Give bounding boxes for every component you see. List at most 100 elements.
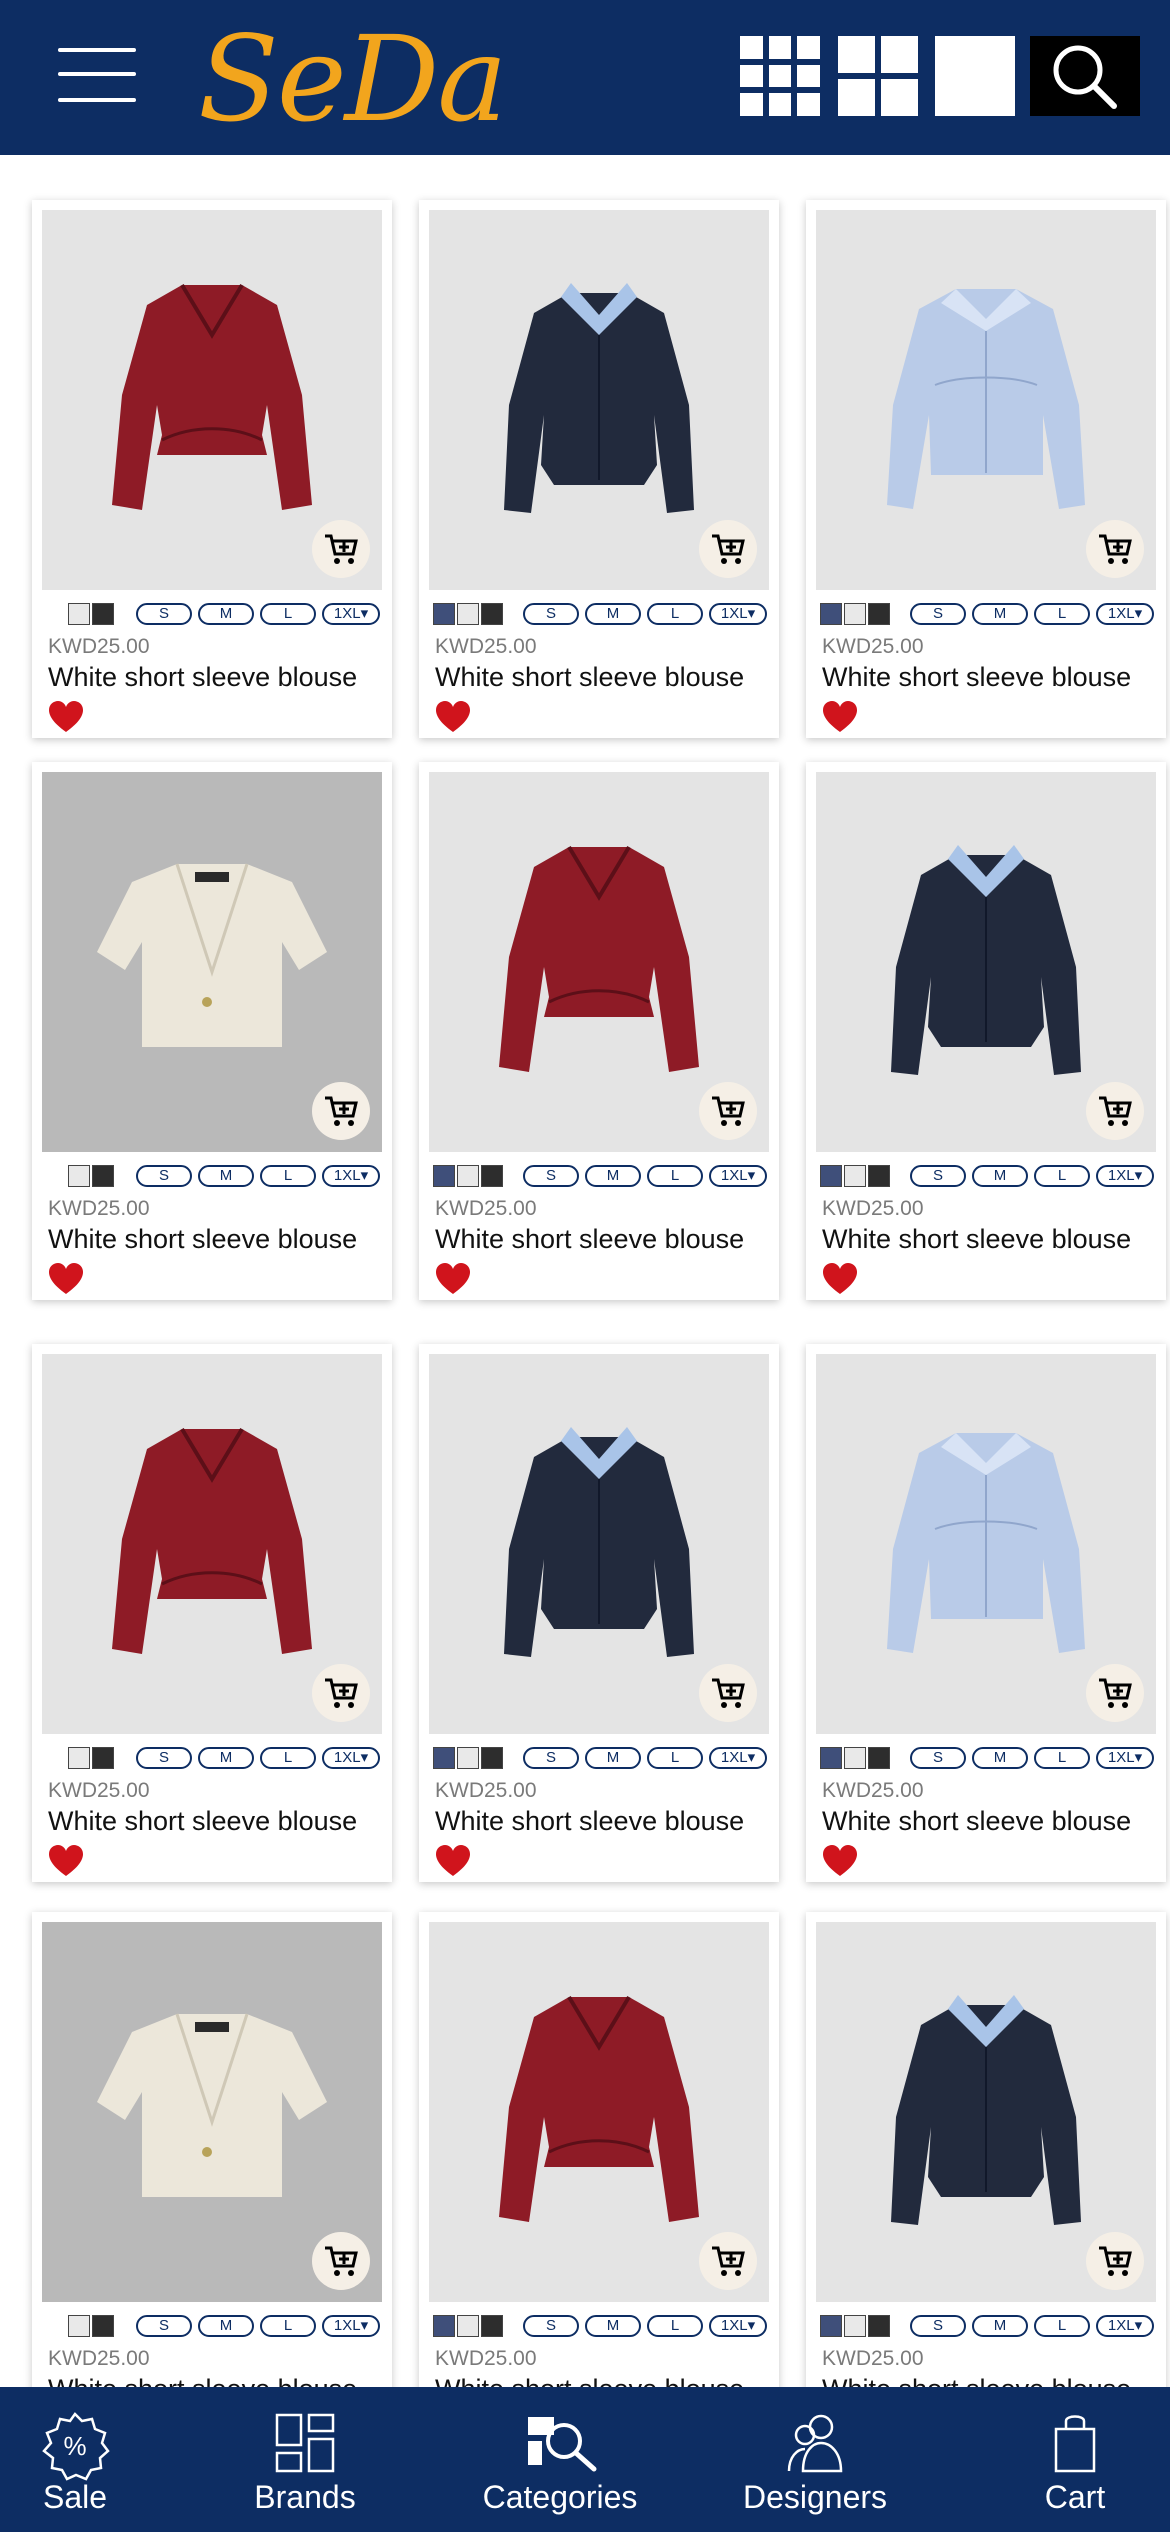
size-option[interactable]: L [260, 1747, 316, 1769]
color-swatch[interactable] [820, 603, 842, 625]
size-dropdown[interactable]: 1XL▾ [1096, 1747, 1154, 1769]
product-image[interactable] [42, 1922, 382, 2302]
size-dropdown[interactable]: 1XL▾ [709, 603, 767, 625]
product-image[interactable] [429, 1922, 769, 2302]
favorite-button[interactable] [435, 700, 471, 734]
size-option[interactable]: M [198, 1165, 254, 1187]
product-card[interactable]: SML1XL▾KWD25.00White short sleeve blouse [419, 1344, 779, 1882]
product-name[interactable]: White short sleeve blouse [435, 1806, 744, 1837]
product-card[interactable]: SML1XL▾KWD25.00White short sleeve blouse [419, 200, 779, 738]
add-to-cart-button[interactable] [1086, 1082, 1144, 1140]
product-card[interactable]: SML1XL▾KWD25.00White short sleeve blouse [419, 762, 779, 1300]
size-option[interactable]: S [910, 1747, 966, 1769]
grid-1-view-button[interactable] [935, 36, 1015, 116]
size-option[interactable]: S [523, 1165, 579, 1187]
color-swatch[interactable] [457, 2315, 479, 2337]
color-swatch[interactable] [92, 2315, 114, 2337]
add-to-cart-button[interactable] [1086, 1664, 1144, 1722]
size-dropdown[interactable]: 1XL▾ [322, 603, 380, 625]
size-dropdown[interactable]: 1XL▾ [1096, 1165, 1154, 1187]
product-name[interactable]: White short sleeve blouse [48, 1224, 357, 1255]
product-card[interactable]: SML1XL▾KWD25.00White short sleeve blouse [419, 1912, 779, 2450]
color-swatch[interactable] [457, 1165, 479, 1187]
add-to-cart-button[interactable] [312, 2232, 370, 2290]
size-dropdown[interactable]: 1XL▾ [322, 2315, 380, 2337]
size-option[interactable]: L [647, 603, 703, 625]
color-swatch[interactable] [92, 1747, 114, 1769]
size-option[interactable]: M [585, 2315, 641, 2337]
product-image[interactable] [816, 1922, 1156, 2302]
size-option[interactable]: M [585, 1165, 641, 1187]
size-option[interactable]: S [910, 1165, 966, 1187]
size-dropdown[interactable]: 1XL▾ [709, 1747, 767, 1769]
size-dropdown[interactable]: 1XL▾ [1096, 603, 1154, 625]
color-swatch[interactable] [820, 1747, 842, 1769]
size-option[interactable]: L [647, 1747, 703, 1769]
nav-cart[interactable]: Cart [1000, 2387, 1150, 2532]
size-option[interactable]: M [198, 603, 254, 625]
color-swatch[interactable] [844, 1747, 866, 1769]
product-name[interactable]: White short sleeve blouse [435, 662, 744, 693]
size-option[interactable]: L [647, 1165, 703, 1187]
color-swatch[interactable] [433, 1747, 455, 1769]
product-name[interactable]: White short sleeve blouse [822, 1806, 1131, 1837]
color-swatch[interactable] [92, 603, 114, 625]
size-option[interactable]: M [972, 1747, 1028, 1769]
product-card[interactable]: SML1XL▾KWD25.00White short sleeve blouse [32, 200, 392, 738]
product-card[interactable]: SML1XL▾KWD25.00White short sleeve blouse [32, 762, 392, 1300]
color-swatch[interactable] [433, 1165, 455, 1187]
size-option[interactable]: M [198, 2315, 254, 2337]
product-image[interactable] [816, 210, 1156, 590]
color-swatch[interactable] [820, 1165, 842, 1187]
nav-designers[interactable]: Designers [730, 2387, 900, 2532]
size-dropdown[interactable]: 1XL▾ [322, 1747, 380, 1769]
size-option[interactable]: S [910, 2315, 966, 2337]
add-to-cart-button[interactable] [1086, 2232, 1144, 2290]
product-card[interactable]: SML1XL▾KWD25.00White short sleeve blouse [32, 1912, 392, 2450]
color-swatch[interactable] [457, 603, 479, 625]
add-to-cart-button[interactable] [312, 1664, 370, 1722]
size-option[interactable]: S [910, 603, 966, 625]
color-swatch[interactable] [868, 1747, 890, 1769]
favorite-button[interactable] [435, 1844, 471, 1878]
color-swatch[interactable] [68, 603, 90, 625]
size-option[interactable]: M [972, 603, 1028, 625]
product-image[interactable] [816, 1354, 1156, 1734]
size-option[interactable]: S [523, 1747, 579, 1769]
size-option[interactable]: M [972, 1165, 1028, 1187]
product-image[interactable] [42, 772, 382, 1152]
size-option[interactable]: M [972, 2315, 1028, 2337]
add-to-cart-button[interactable] [699, 520, 757, 578]
favorite-button[interactable] [435, 1262, 471, 1296]
color-swatch[interactable] [868, 1165, 890, 1187]
product-name[interactable]: White short sleeve blouse [822, 1224, 1131, 1255]
size-dropdown[interactable]: 1XL▾ [709, 2315, 767, 2337]
color-swatch[interactable] [844, 1165, 866, 1187]
size-dropdown[interactable]: 1XL▾ [709, 1165, 767, 1187]
size-option[interactable]: S [136, 1165, 192, 1187]
nav-categories[interactable]: Categories [470, 2387, 650, 2532]
product-name[interactable]: White short sleeve blouse [822, 662, 1131, 693]
favorite-button[interactable] [822, 1262, 858, 1296]
size-option[interactable]: S [523, 603, 579, 625]
color-swatch[interactable] [868, 2315, 890, 2337]
color-swatch[interactable] [433, 2315, 455, 2337]
product-card[interactable]: SML1XL▾KWD25.00White short sleeve blouse [806, 200, 1166, 738]
search-button[interactable] [1030, 36, 1140, 116]
brand-logo[interactable]: SeDa [198, 14, 508, 144]
nav-brands[interactable]: Brands [230, 2387, 380, 2532]
size-option[interactable]: L [1034, 1165, 1090, 1187]
size-option[interactable]: M [585, 603, 641, 625]
size-option[interactable]: L [260, 603, 316, 625]
add-to-cart-button[interactable] [312, 520, 370, 578]
product-card[interactable]: SML1XL▾KWD25.00White short sleeve blouse [806, 1344, 1166, 1882]
add-to-cart-button[interactable] [699, 2232, 757, 2290]
product-name[interactable]: White short sleeve blouse [48, 1806, 357, 1837]
add-to-cart-button[interactable] [1086, 520, 1144, 578]
add-to-cart-button[interactable] [699, 1664, 757, 1722]
grid-2x2-view-button[interactable] [838, 36, 918, 116]
color-swatch[interactable] [481, 1747, 503, 1769]
product-name[interactable]: White short sleeve blouse [435, 1224, 744, 1255]
product-name[interactable]: White short sleeve blouse [48, 662, 357, 693]
size-option[interactable]: M [198, 1747, 254, 1769]
